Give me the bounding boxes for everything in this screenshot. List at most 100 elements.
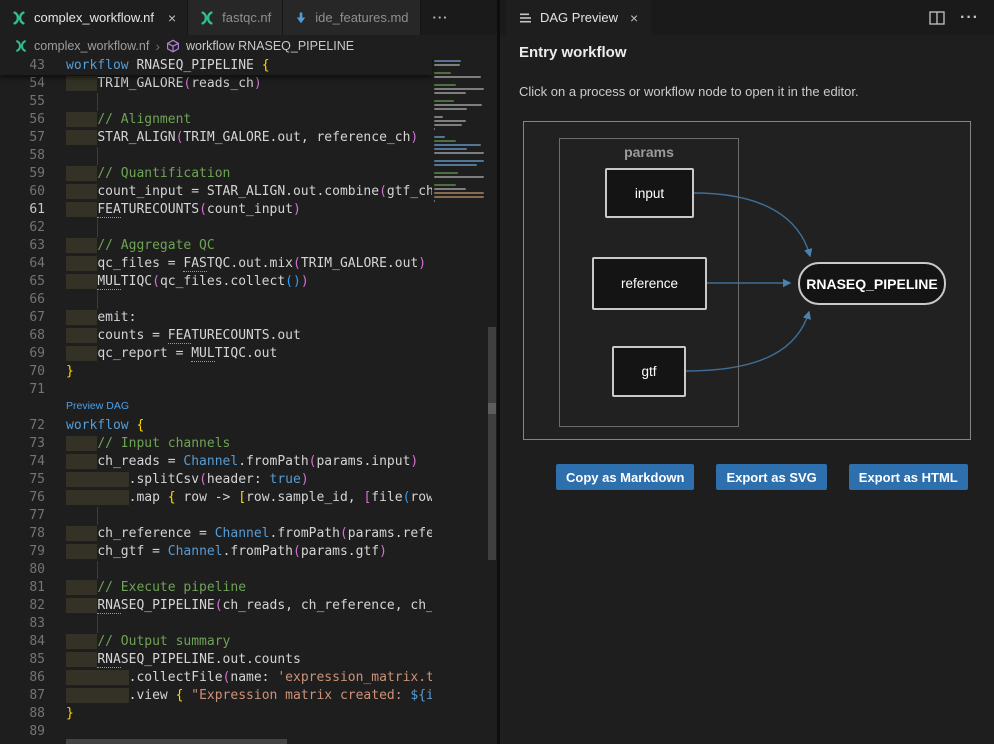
indent-guide xyxy=(66,93,98,111)
minimap-line xyxy=(434,136,445,138)
code-line: 70} xyxy=(0,363,432,381)
dag-node-rnaseq-pipeline[interactable]: RNASEQ_PIPELINE xyxy=(798,262,946,305)
line-number: 58 xyxy=(0,147,45,165)
minimap-line xyxy=(434,60,461,62)
minimap-line xyxy=(434,184,456,186)
more-tabs-icon[interactable]: ··· xyxy=(421,10,461,25)
code-editor[interactable]: 43workflow RNASEQ_PIPELINE { 54 TRIM_GAL… xyxy=(0,57,497,744)
code-line: 63 // Aggregate QC xyxy=(0,237,432,255)
line-number: 88 xyxy=(0,705,45,723)
panel-actions: ··· xyxy=(929,0,994,35)
breadcrumb-file[interactable]: complex_workflow.nf xyxy=(34,39,149,53)
tab-label: fastqc.nf xyxy=(222,10,271,25)
line-number: 77 xyxy=(0,507,45,525)
tab-complex-workflow[interactable]: complex_workflow.nf × xyxy=(0,0,188,35)
panel-description: Click on a process or workflow node to o… xyxy=(519,84,859,99)
line-number: 89 xyxy=(0,723,45,741)
minimap-line xyxy=(434,160,484,162)
code-line: 88} xyxy=(0,705,432,723)
minimap[interactable] xyxy=(432,57,487,300)
more-actions-icon[interactable]: ··· xyxy=(960,9,979,27)
line-number: 75 xyxy=(0,471,45,489)
dag-preview-panel: DAG Preview × ··· Entry workflow Click o… xyxy=(500,0,994,744)
tab-dag-preview[interactable]: DAG Preview × xyxy=(506,0,651,35)
nextflow-icon xyxy=(14,39,28,53)
vertical-scrollbar-highlight xyxy=(488,403,496,414)
line-number: 81 xyxy=(0,579,45,597)
line-number: 60 xyxy=(0,183,45,201)
code-line: 69 qc_report = MULTIQC.out xyxy=(0,345,432,363)
code-line: 84 // Output summary xyxy=(0,633,432,651)
indent-guide xyxy=(66,507,98,525)
close-icon[interactable]: × xyxy=(630,10,638,26)
minimap-line xyxy=(434,116,443,118)
code-line: 81 // Execute pipeline xyxy=(0,579,432,597)
minimap-line xyxy=(434,128,435,130)
minimap-line xyxy=(434,120,466,122)
minimap-line xyxy=(434,72,451,74)
line-number: 84 xyxy=(0,633,45,651)
export-as-html-button[interactable]: Export as HTML xyxy=(849,464,968,490)
line-number: 76 xyxy=(0,489,45,507)
panel-tab-label: DAG Preview xyxy=(540,10,618,25)
code-line: 65 MULTIQC(qc_files.collect()) xyxy=(0,273,432,291)
minimap-line xyxy=(434,144,481,146)
editor-group: complex_workflow.nf × fastqc.nf ide_feat… xyxy=(0,0,497,744)
code-line: 64 qc_files = FASTQC.out.mix(TRIM_GALORE… xyxy=(0,255,432,273)
indent-guide xyxy=(66,147,98,165)
split-editor-icon[interactable] xyxy=(929,11,945,25)
export-buttons: Copy as Markdown Export as SVG Export as… xyxy=(556,464,968,490)
panel-tab-bar: DAG Preview × ··· xyxy=(500,0,994,35)
close-icon[interactable]: × xyxy=(168,11,176,25)
code-line: 61 FEATURECOUNTS(count_input) xyxy=(0,201,432,219)
line-number: 73 xyxy=(0,435,45,453)
copy-as-markdown-button[interactable]: Copy as Markdown xyxy=(556,464,694,490)
tab-ide-features[interactable]: ide_features.md xyxy=(283,0,420,35)
codelens-preview-dag[interactable]: Preview DAG xyxy=(0,399,432,417)
vertical-scrollbar-thumb[interactable] xyxy=(488,327,496,560)
vertical-scrollbar[interactable] xyxy=(487,57,497,744)
line-number: 83 xyxy=(0,615,45,633)
line-number: 61 xyxy=(0,201,45,219)
breadcrumb-symbol[interactable]: workflow RNASEQ_PIPELINE xyxy=(186,39,354,53)
horizontal-scrollbar-thumb[interactable] xyxy=(66,739,287,744)
export-as-svg-button[interactable]: Export as SVG xyxy=(716,464,826,490)
code-line: 76 .map { row -> [row.sample_id, [file(r… xyxy=(0,489,432,507)
minimap-line xyxy=(434,88,484,90)
dag-node-gtf[interactable]: gtf xyxy=(612,346,686,397)
code-line: 74 ch_reads = Channel.fromPath(params.in… xyxy=(0,453,432,471)
code-line: 72workflow { xyxy=(0,417,432,435)
line-number: 65 xyxy=(0,273,45,291)
code-line: 85 RNASEQ_PIPELINE.out.counts xyxy=(0,651,432,669)
breadcrumb: complex_workflow.nf › workflow RNASEQ_PI… xyxy=(0,35,497,57)
minimap-line xyxy=(434,92,466,94)
line-number: 56 xyxy=(0,111,45,129)
minimap-line xyxy=(434,124,462,126)
dag-node-reference[interactable]: reference xyxy=(592,257,707,310)
code-line: 73 // Input channels xyxy=(0,435,432,453)
sticky-scroll-line[interactable]: 43workflow RNASEQ_PIPELINE { xyxy=(0,57,432,75)
minimap-line xyxy=(434,196,484,198)
indent-guide xyxy=(66,561,98,579)
dag-node-input[interactable]: input xyxy=(605,168,694,218)
code-line: 67 emit: xyxy=(0,309,432,327)
minimap-line xyxy=(434,84,456,86)
chevron-right-icon: › xyxy=(155,38,160,54)
code-line: 78 ch_reference = Channel.fromPath(param… xyxy=(0,525,432,543)
code-line: 59 // Quantification xyxy=(0,165,432,183)
code-line: 55 xyxy=(0,93,432,111)
preview-list-icon xyxy=(519,12,532,24)
code-line: 54 TRIM_GALORE(reads_ch) xyxy=(0,75,432,93)
minimap-line xyxy=(434,172,458,174)
line-number: 85 xyxy=(0,651,45,669)
line-number: 64 xyxy=(0,255,45,273)
line-number: 82 xyxy=(0,597,45,615)
minimap-line xyxy=(434,64,460,66)
line-number: 62 xyxy=(0,219,45,237)
minimap-line xyxy=(434,192,484,194)
code-line: 77 xyxy=(0,507,432,525)
line-number: 78 xyxy=(0,525,45,543)
tab-fastqc[interactable]: fastqc.nf xyxy=(188,0,283,35)
code-line: 66 xyxy=(0,291,432,309)
line-number: 72 xyxy=(0,417,45,435)
